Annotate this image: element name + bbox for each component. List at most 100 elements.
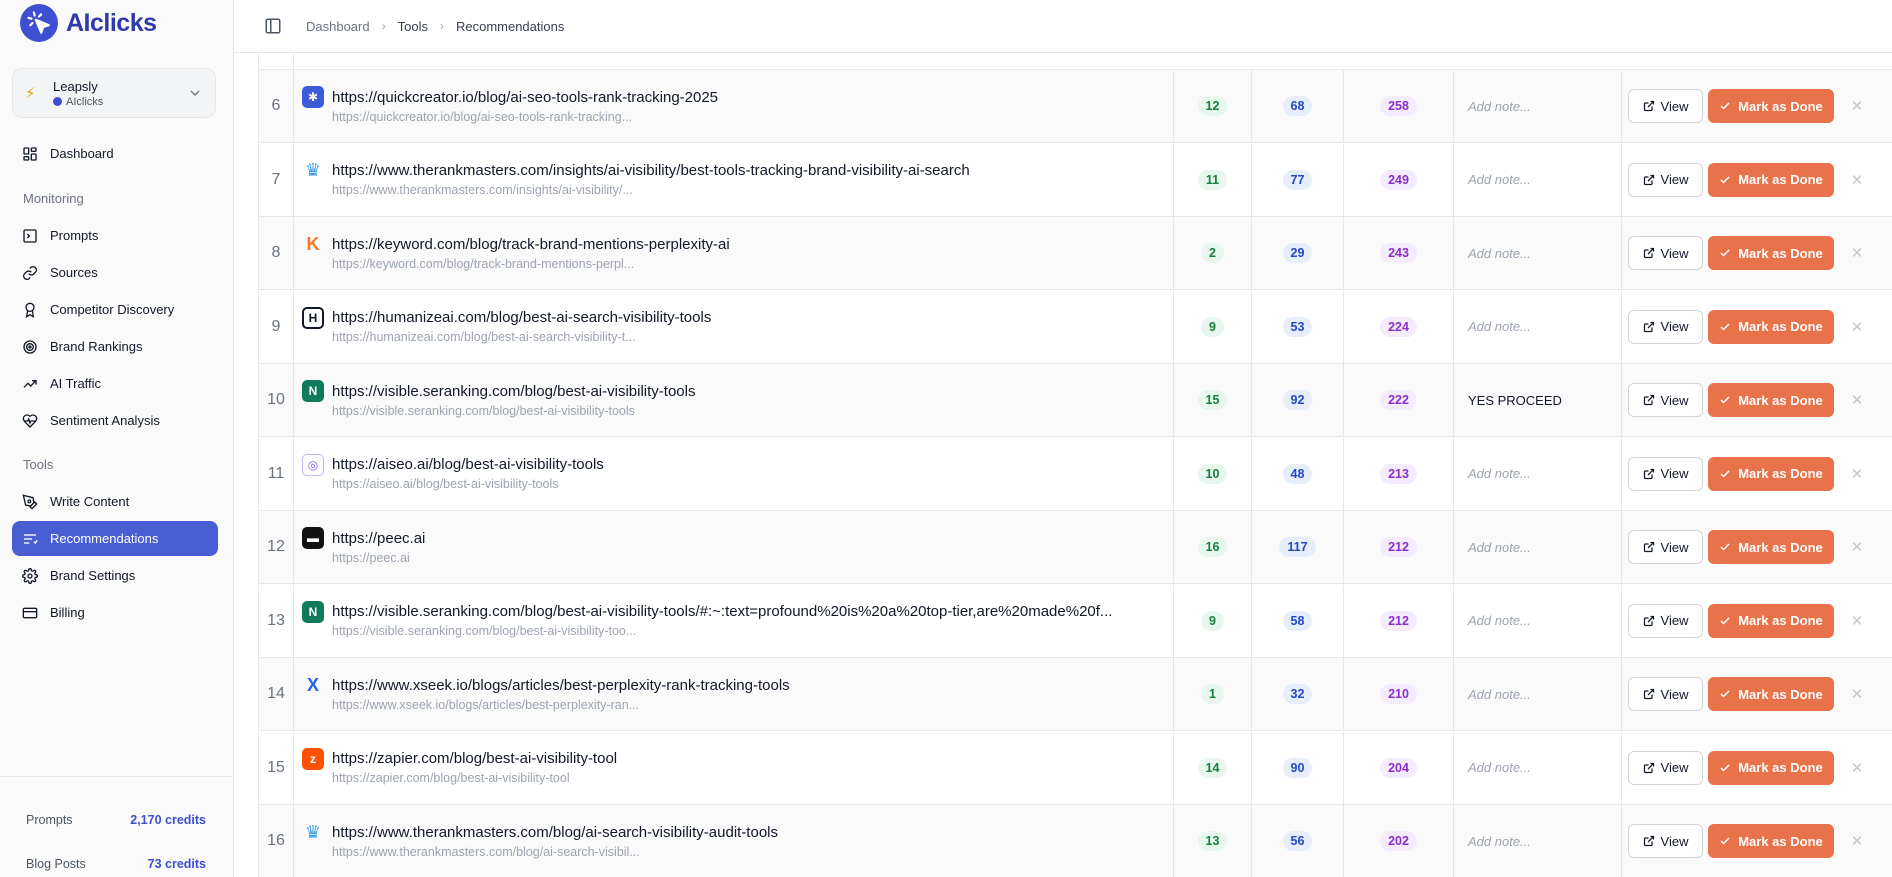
view-button[interactable]: View (1628, 236, 1703, 270)
note-field[interactable]: Add note... (1454, 511, 1622, 583)
note-field[interactable]: Add note... (1454, 805, 1622, 877)
dismiss-icon[interactable]: ✕ (1849, 391, 1865, 409)
note-field[interactable]: Add note... (1454, 143, 1622, 216)
metric-cell-1: 2 (1174, 217, 1252, 289)
mark-as-done-button[interactable]: Mark as Done (1708, 750, 1834, 785)
breadcrumb-tools[interactable]: Tools (398, 19, 428, 34)
mark-as-done-label: Mark as Done (1738, 98, 1823, 114)
note-field[interactable]: Add note... (1454, 437, 1622, 510)
nav-item-dashboard[interactable]: Dashboard (12, 136, 218, 171)
url-link[interactable]: https://quickcreator.io/blog/ai-seo-tool… (332, 89, 718, 106)
note-field[interactable]: Add note... (1454, 731, 1622, 804)
credit-value: 2,170 credits (130, 813, 206, 827)
external-link-icon (1643, 247, 1654, 259)
dismiss-icon[interactable]: ✕ (1849, 97, 1865, 115)
metric-badge-purple: 202 (1380, 831, 1417, 851)
dismiss-icon[interactable]: ✕ (1849, 171, 1865, 189)
metric-cell-3: 224 (1344, 290, 1454, 363)
external-link-icon (1643, 394, 1654, 406)
note-field[interactable]: YES PROCEED (1454, 364, 1622, 436)
external-link-icon (1643, 762, 1654, 773)
view-button[interactable]: View (1628, 309, 1703, 344)
view-button[interactable]: View (1628, 456, 1703, 491)
dismiss-icon[interactable]: ✕ (1849, 318, 1865, 336)
url-link[interactable]: https://aiseo.ai/blog/best-ai-visibility… (332, 456, 604, 473)
workspace-switcher[interactable]: ⚡ Leapsly AIclicks (12, 68, 216, 118)
url-cell: ✱ https://quickcreator.io/blog/ai-seo-to… (294, 70, 1174, 142)
nav-item-sources[interactable]: Sources (12, 255, 218, 290)
dismiss-icon[interactable]: ✕ (1849, 759, 1865, 777)
note-text: Add note... (1468, 833, 1531, 849)
view-label: View (1660, 686, 1689, 702)
mark-as-done-button[interactable]: Mark as Done (1708, 383, 1834, 417)
url-link[interactable]: https://zapier.com/blog/best-ai-visibili… (332, 750, 617, 767)
url-link[interactable]: https://www.therankmasters.com/insights/… (332, 162, 970, 179)
nav-item-billing[interactable]: Billing (12, 595, 218, 630)
nav-item-brand-rankings[interactable]: Brand Rankings (12, 329, 218, 364)
note-field[interactable]: Add note... (1454, 217, 1622, 289)
dismiss-icon[interactable]: ✕ (1849, 612, 1865, 630)
note-text: Add note... (1468, 613, 1531, 628)
url-cell: ▬ https://peec.ai https://peec.ai (294, 511, 1174, 583)
nav-item-brand-settings[interactable]: Brand Settings (12, 558, 218, 593)
mark-as-done-button[interactable]: Mark as Done (1708, 309, 1834, 344)
view-button[interactable]: View (1628, 677, 1703, 711)
mark-as-done-button[interactable]: Mark as Done (1708, 677, 1834, 711)
sidebar-toggle-icon[interactable] (264, 17, 282, 35)
note-field[interactable]: Add note... (1454, 584, 1622, 657)
url-link[interactable]: https://visible.seranking.com/blog/best-… (332, 603, 1112, 620)
view-button[interactable]: View (1628, 162, 1703, 197)
url-link[interactable]: https://humanizeai.com/blog/best-ai-sear… (332, 309, 711, 326)
metric-badge-blue: 77 (1282, 169, 1313, 190)
mark-as-done-button[interactable]: Mark as Done (1708, 89, 1834, 123)
note-field[interactable]: Add note... (1454, 290, 1622, 363)
url-link[interactable]: https://keyword.com/blog/track-brand-men… (332, 236, 730, 253)
view-button[interactable]: View (1628, 89, 1703, 123)
list-icon (24, 533, 38, 544)
table-row: 6 ✱ https://quickcreator.io/blog/ai-seo-… (258, 70, 1892, 143)
check-icon (1720, 763, 1730, 772)
dismiss-icon[interactable]: ✕ (1849, 685, 1865, 703)
dismiss-icon[interactable]: ✕ (1849, 244, 1865, 262)
dismiss-icon[interactable]: ✕ (1849, 465, 1865, 483)
view-button[interactable]: View (1628, 824, 1703, 858)
url-link[interactable]: https://peec.ai (332, 530, 425, 547)
view-label: View (1660, 833, 1689, 849)
mark-as-done-button[interactable]: Mark as Done (1708, 456, 1834, 491)
view-button[interactable]: View (1628, 383, 1703, 417)
dismiss-icon[interactable]: ✕ (1849, 832, 1865, 850)
row-number: 10 (258, 364, 294, 436)
mark-as-done-button[interactable]: Mark as Done (1708, 530, 1834, 564)
mark-as-done-button[interactable]: Mark as Done (1708, 236, 1834, 270)
metric-badge-blue: 48 (1282, 463, 1313, 484)
mark-as-done-button[interactable]: Mark as Done (1708, 824, 1834, 858)
nav-item-write-content[interactable]: Write Content (12, 484, 218, 519)
nav-item-prompts[interactable]: Prompts (12, 218, 218, 253)
nav-item-competitor-discovery[interactable]: Competitor Discovery (12, 292, 218, 327)
nav-item-recommendations[interactable]: Recommendations (12, 521, 218, 556)
url-link[interactable]: https://visible.seranking.com/blog/best-… (332, 383, 695, 400)
mark-as-done-button[interactable]: Mark as Done (1708, 162, 1834, 197)
note-field[interactable]: Add note... (1454, 658, 1622, 730)
view-label: View (1660, 319, 1689, 334)
row-number: 8 (258, 217, 294, 289)
logo[interactable]: AIclicks (20, 4, 157, 42)
url-link[interactable]: https://www.therankmasters.com/blog/ai-s… (332, 824, 778, 841)
breadcrumb-dashboard[interactable]: Dashboard (306, 19, 370, 34)
view-button[interactable]: View (1628, 530, 1703, 564)
nav-section-monitoring: Monitoring (23, 191, 84, 206)
dismiss-icon[interactable]: ✕ (1849, 538, 1865, 556)
url-cell: H https://humanizeai.com/blog/best-ai-se… (294, 290, 1174, 363)
chevron-down-icon (190, 90, 200, 96)
note-field[interactable]: Add note... (1454, 70, 1622, 142)
nav-item-sentiment-analysis[interactable]: Sentiment Analysis (12, 403, 218, 438)
check-icon (1720, 322, 1730, 331)
view-button[interactable]: View (1628, 603, 1703, 638)
mark-as-done-button[interactable]: Mark as Done (1708, 603, 1834, 638)
url-link[interactable]: https://www.xseek.io/blogs/articles/best… (332, 677, 790, 694)
note-text: Add note... (1468, 539, 1531, 555)
row-number: 15 (258, 731, 294, 804)
view-button[interactable]: View (1628, 750, 1703, 785)
nav-item-ai-traffic[interactable]: AI Traffic (12, 366, 218, 401)
view-label: View (1660, 539, 1689, 555)
